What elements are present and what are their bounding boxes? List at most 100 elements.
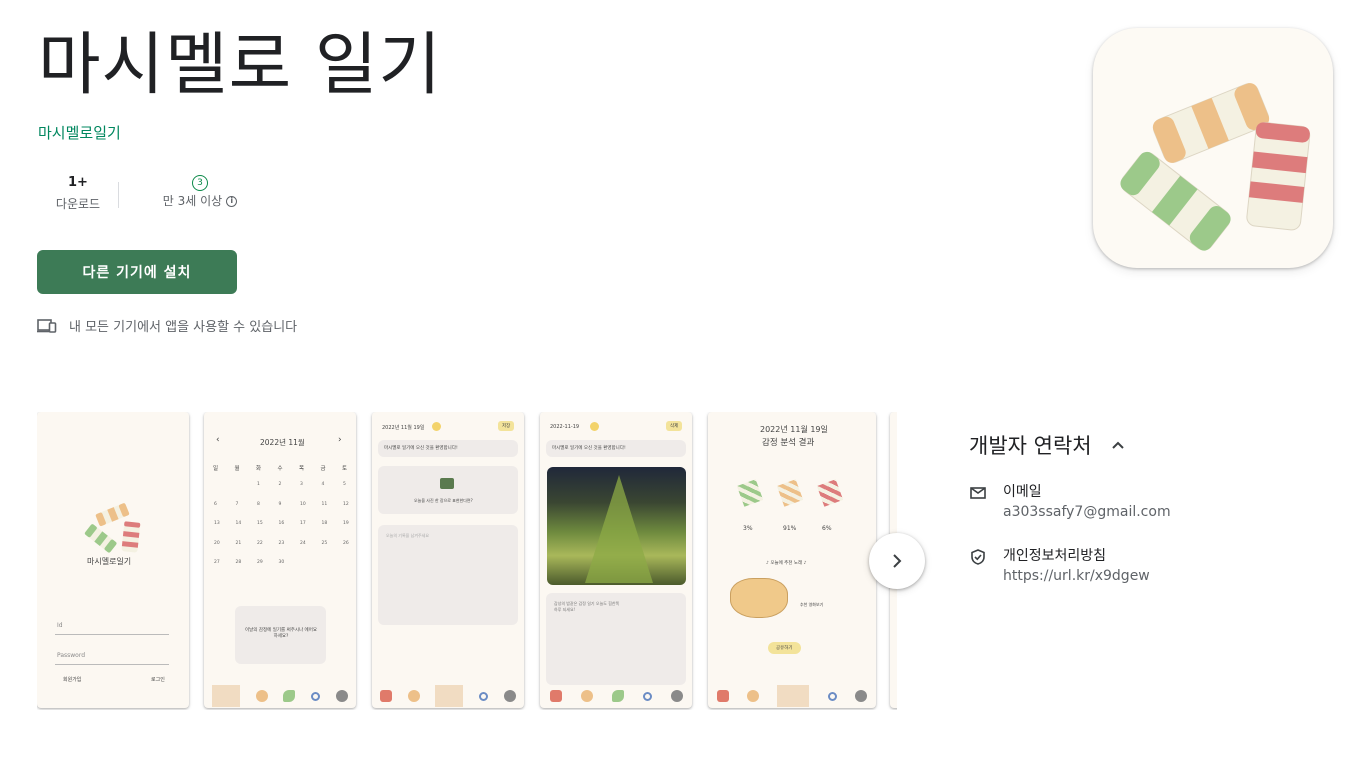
calendar-day[interactable]: 10 xyxy=(300,502,306,507)
login-password-field[interactable]: Password xyxy=(57,652,85,659)
analysis-date: 2022년 11월 19일 xyxy=(760,425,828,434)
calendar-day[interactable]: 16 xyxy=(279,521,285,526)
nav-chart-icon[interactable] xyxy=(747,690,760,702)
nav-leaf-icon[interactable] xyxy=(777,685,810,707)
downloads-stat: 1+ 다운로드 xyxy=(38,172,118,214)
calendar-day[interactable]: 18 xyxy=(322,521,328,526)
info-icon[interactable]: i xyxy=(226,195,238,207)
calendar-day[interactable]: 25 xyxy=(322,541,328,546)
calendar-day[interactable]: 11 xyxy=(322,502,328,507)
write-save-button[interactable]: 저장 xyxy=(498,421,515,431)
analysis-title: 감정 분석 결과 xyxy=(762,438,815,448)
write-prompt-card: 마시멜로 일기에 오신 것을 환영합니다! xyxy=(378,440,518,457)
login-submit-link[interactable]: 로그인 xyxy=(151,676,165,683)
nav-chart-icon[interactable] xyxy=(407,690,420,702)
calendar-day[interactable]: 14 xyxy=(236,521,242,526)
calendar-day[interactable]: 17 xyxy=(300,521,306,526)
nav-search-icon[interactable] xyxy=(642,691,652,701)
contact-email-row[interactable]: 이메일 a303ssafy7@gmail.com xyxy=(969,482,1171,522)
screenshot-calendar[interactable]: ‹ 2022년 11월 › 일월화수목금토 1 2 3 4 5 6 7 8 9 10 11 12 13 1… xyxy=(204,412,356,708)
calendar-next-icon[interactable]: › xyxy=(338,435,342,445)
screenshot-carousel[interactable]: 마시멜로일기 Id Password 회원가입 로그인 ‹ 2022년 11월 … xyxy=(37,412,897,710)
calendar-day[interactable]: 12 xyxy=(343,502,349,507)
screenshot-view[interactable]: 2022-11-19 삭제 마시멜로 일기에 오신 것을 환영합니다! 감성의 … xyxy=(540,412,692,708)
calendar-empty-message: 이날의 감정에 일기를 써주시나 에어요하세요? xyxy=(245,628,317,639)
analysis-percent-orange: 91% xyxy=(783,525,797,532)
nav-settings-icon[interactable] xyxy=(504,690,517,702)
green-mallow-icon xyxy=(736,479,764,507)
calendar-day[interactable]: 4 xyxy=(322,482,325,487)
nav-settings-icon[interactable] xyxy=(670,690,683,702)
marshmallow-logo-icon xyxy=(1120,83,1311,251)
developer-link[interactable]: 마시멜로일기 xyxy=(38,122,121,143)
screenshot-write[interactable]: 2022년 11월 19일 저장 마시멜로 일기에 오신 것을 환영합니다! 오… xyxy=(372,412,524,708)
analysis-share-button[interactable]: 공유하기 xyxy=(768,642,801,654)
screenshot-login[interactable]: 마시멜로일기 Id Password 회원가입 로그인 xyxy=(37,412,189,708)
email-value[interactable]: a303ssafy7@gmail.com xyxy=(1003,502,1171,522)
downloads-label: 다운로드 xyxy=(55,197,101,211)
privacy-value[interactable]: https://url.kr/x9dgew xyxy=(1003,566,1150,586)
nav-search-icon[interactable] xyxy=(827,691,837,701)
analysis-percent-red: 6% xyxy=(822,525,832,532)
calendar-day[interactable]: 9 xyxy=(279,502,282,507)
nav-leaf-icon[interactable] xyxy=(611,690,624,702)
login-password-underline xyxy=(55,664,169,665)
bottom-nav xyxy=(204,684,356,708)
nav-leaf-icon[interactable] xyxy=(283,690,296,702)
screenshot-analysis[interactable]: 2022년 11월 19일 감정 분석 결과 3% 91% 6% ♪ 오늘에 추… xyxy=(708,412,876,708)
write-text-area[interactable]: 오늘의 기록을 남겨주세요 xyxy=(378,525,518,625)
calendar-day[interactable]: 27 xyxy=(214,560,220,565)
developer-contact-header[interactable]: 개발자 연락처 xyxy=(969,430,1126,460)
calendar-day[interactable]: 24 xyxy=(300,541,306,546)
music-label-text: 오늘에 추천 노래 xyxy=(770,561,803,566)
carousel-next-button[interactable] xyxy=(869,533,925,589)
calendar-day[interactable]: 26 xyxy=(343,541,349,546)
nav-calendar-icon[interactable] xyxy=(379,690,392,702)
calendar-day[interactable]: 15 xyxy=(257,521,263,526)
calendar-day[interactable]: 6 xyxy=(214,502,217,507)
chevron-up-icon[interactable] xyxy=(1110,437,1126,453)
calendar-empty-card: 이날의 감정에 일기를 써주시나 에어요하세요? xyxy=(235,606,326,664)
login-app-name: 마시멜로일기 xyxy=(87,557,132,566)
calendar-day[interactable]: 21 xyxy=(236,541,242,546)
calendar-day[interactable]: 3 xyxy=(300,482,303,487)
calendar-day[interactable]: 28 xyxy=(236,560,242,565)
calendar-day[interactable]: 19 xyxy=(343,521,349,526)
nav-search-icon[interactable] xyxy=(311,691,321,701)
nav-calendar-icon[interactable] xyxy=(717,690,730,702)
write-photo-upload[interactable]: 오늘을 사진 한 장으로 표현한다면? xyxy=(378,466,518,514)
calendar-day[interactable]: 2 xyxy=(279,482,282,487)
content-rating-stat[interactable]: 3 만 3세 이상 i xyxy=(135,172,265,211)
bottom-nav xyxy=(708,684,876,708)
analysis-movie-label[interactable]: 추천 영화보기 xyxy=(800,602,823,608)
calendar-day[interactable]: 23 xyxy=(279,541,285,546)
view-delete-button[interactable]: 삭제 xyxy=(666,421,683,431)
nav-calendar-icon[interactable] xyxy=(549,690,562,702)
login-id-underline xyxy=(55,634,169,635)
write-photo-message: 오늘을 사진 한 장으로 표현한다면? xyxy=(414,498,473,503)
stats-divider xyxy=(118,182,119,208)
nav-settings-icon[interactable] xyxy=(336,690,349,702)
nav-chart-icon[interactable] xyxy=(580,690,593,702)
diary-photo xyxy=(547,467,686,585)
nav-search-icon[interactable] xyxy=(479,691,489,701)
nav-chart-icon[interactable] xyxy=(255,690,268,702)
calendar-day[interactable]: 13 xyxy=(214,521,220,526)
calendar-day[interactable]: 1 xyxy=(257,482,260,487)
calendar-day[interactable]: 29 xyxy=(257,560,263,565)
install-button[interactable]: 다른 기기에 설치 xyxy=(37,250,237,294)
login-id-field[interactable]: Id xyxy=(57,622,63,629)
nav-calendar-icon[interactable] xyxy=(211,685,240,707)
contact-privacy-row[interactable]: 개인정보처리방침 https://url.kr/x9dgew xyxy=(969,546,1150,586)
calendar-day[interactable]: 7 xyxy=(236,502,239,507)
nav-leaf-icon[interactable] xyxy=(435,685,464,707)
nav-settings-icon[interactable] xyxy=(854,690,867,702)
calendar-day[interactable]: 30 xyxy=(279,560,285,565)
calendar-day[interactable]: 8 xyxy=(257,502,260,507)
calendar-prev-icon[interactable]: ‹ xyxy=(216,435,220,445)
calendar-day[interactable]: 20 xyxy=(214,541,220,546)
login-signup-link[interactable]: 회원가입 xyxy=(63,676,81,683)
calendar-day[interactable]: 5 xyxy=(343,482,346,487)
calendar-day[interactable]: 22 xyxy=(257,541,263,546)
chevron-right-icon xyxy=(893,554,902,568)
